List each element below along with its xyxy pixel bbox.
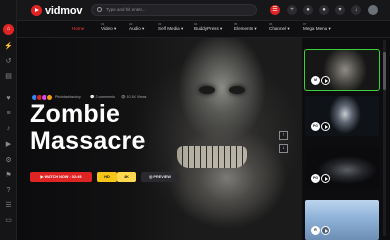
favorite-icon[interactable]: ♥ [4,94,13,103]
search-icon [97,7,102,12]
slider-down-button[interactable]: ↓ [279,144,288,153]
video-icon[interactable]: ▶ [4,140,13,149]
play-icon [321,174,330,183]
thumbnail-item[interactable]: PG [305,148,379,188]
main-nav: Home 01 Video ▾ 02 Audio ▾ 03 Self Media ▾ … [17,21,390,38]
hero-banner[interactable]: Pitchdarkfactory 💬 2 comments 👁 10.1K Vi… [17,38,302,240]
plus-icon[interactable]: + [287,5,297,15]
app-root: ⌂ ⚡ ↺ ▤ ♥ ≡ ♪ ▶ ⚙ ⚑ ? ☰ ▭ vidmov Type an… [0,0,390,240]
hero-title-line2: Massacre [30,127,146,155]
rating-badge: R [311,226,320,235]
scrollbar-thumb[interactable] [383,52,386,90]
search-placeholder: Type and hit enter... [106,7,146,12]
play-icon [321,76,330,85]
nav-item-mega-menu[interactable]: 07 Mega Menu ▾ [303,22,331,32]
logo-text: vidmov [45,4,83,17]
flag-icon[interactable]: ⚑ [4,171,13,180]
hd-badge: HD [97,172,117,182]
preview-button[interactable]: ◎ PREVIEW [141,172,179,182]
nav-item-self-media[interactable]: 03 Self Media ▾ [158,22,183,32]
search-input[interactable]: Type and hit enter... [91,4,257,16]
logo-play-icon [31,5,42,16]
hero-title-line1: Zombie [30,100,121,128]
hero-title[interactable]: Zombie Massacre [30,101,146,155]
menu-icon[interactable]: ☰ [270,5,280,15]
folder-icon[interactable]: ▭ [4,216,13,225]
nav-item-channel[interactable]: 06 Channel ▾ [269,22,290,32]
home-icon[interactable]: ⌂ [3,24,14,35]
nav-item-elements[interactable]: 05 Elements ▾ [234,22,257,32]
thumbnail-item[interactable]: PG [305,96,379,136]
bell-icon[interactable]: ● [303,5,313,15]
watch-now-button[interactable]: ▶ WATCH NOW : 02:49 [30,172,92,182]
playlist-icon[interactable]: ≡ [4,109,13,118]
settings-icon[interactable]: ⚙ [4,156,13,165]
nav-item-buddypress[interactable]: 04 BuddyPress ▾ [194,22,222,32]
slider-thumbnails: M PG PG R [302,38,390,240]
play-icon [321,226,330,235]
top-bar: vidmov Type and hit enter... ☰ + ● ● ▾ ↓ [17,0,390,21]
help-icon[interactable]: ? [4,186,13,195]
subscriptions-icon[interactable]: ▤ [4,72,13,81]
thumbnail-item[interactable]: R [305,200,379,240]
download-icon[interactable]: ↓ [351,5,361,15]
comments-count: 💬 2 comments [90,95,116,99]
left-sidebar: ⌂ ⚡ ↺ ▤ ♥ ≡ ♪ ▶ ⚙ ⚑ ? ☰ ▭ [0,0,17,240]
play-icon [321,122,330,131]
avatar[interactable] [368,5,378,15]
channel-name[interactable]: Pitchdarkfactory [55,95,81,99]
nav-item-home[interactable]: Home [72,26,84,31]
thumbnail-item[interactable]: M [304,49,380,91]
4k-badge: 4K [117,172,136,182]
list-icon[interactable]: ☰ [4,201,13,210]
user-icon[interactable]: ● [319,5,329,15]
rating-badge: PG [311,174,320,183]
logo[interactable]: vidmov [31,4,83,17]
music-icon[interactable]: ♪ [4,124,13,133]
history-icon[interactable]: ↺ [4,57,13,66]
rating-badge: PG [311,122,320,131]
rating-badge: M [311,76,320,85]
slider-up-button[interactable]: ↑ [279,131,288,140]
nav-item-audio[interactable]: 02 Audio ▾ [129,22,144,32]
views-count: 👁 10.1K Views [121,95,147,99]
cart-icon[interactable]: ▾ [335,5,345,15]
nav-item-video[interactable]: 01 Video ▾ [101,22,116,32]
trending-icon[interactable]: ⚡ [4,42,13,51]
